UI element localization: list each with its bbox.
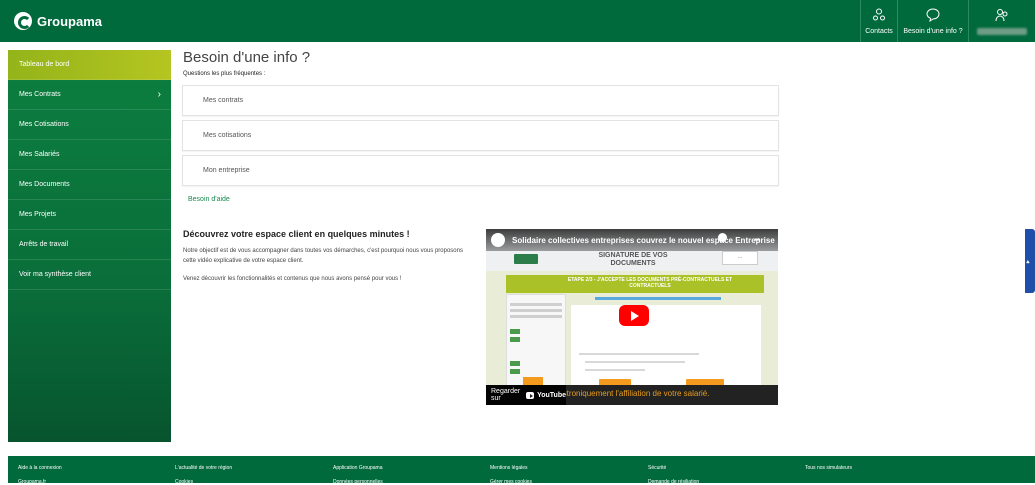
help-link[interactable]: Besoin d'aide xyxy=(188,196,230,203)
panel-line xyxy=(510,315,562,318)
footer-link[interactable]: Données personnelles xyxy=(333,479,383,485)
chat-bubble-icon xyxy=(926,7,940,22)
faq-subtitle: Questions les plus fréquentes : xyxy=(183,71,266,77)
sidebar-item-label: Mes Salariés xyxy=(19,151,60,158)
video-content-area xyxy=(571,305,761,385)
faq-item-label: Mes cotisations xyxy=(203,132,252,139)
info-label: Besoin d'une info ? xyxy=(903,27,963,35)
video-frame-button: ··· xyxy=(722,251,758,265)
groupama-logo[interactable]: Groupama xyxy=(14,12,102,30)
info-button[interactable]: Besoin d'une info ? xyxy=(897,0,968,42)
sidebar-item-label: Arrêts de travail xyxy=(19,241,69,248)
panel-chip xyxy=(510,329,520,334)
faq-item-mon-entreprise[interactable]: Mon entreprise xyxy=(182,155,779,186)
watch-on-youtube-button[interactable]: Regarder sur YouTube xyxy=(486,385,566,405)
sidebar-item-label: Mes Documents xyxy=(19,181,70,188)
video-groupama-badge xyxy=(514,254,538,264)
footer-link[interactable]: Application Groupama xyxy=(333,465,382,471)
watch-on-label: Regarder sur xyxy=(491,388,521,402)
video-side-panel xyxy=(506,294,566,386)
video-progress-line xyxy=(595,297,721,300)
groupama-logo-icon xyxy=(14,12,32,30)
sidebar-item-label: Mes Contrats xyxy=(19,91,61,98)
account-button[interactable] xyxy=(968,0,1035,42)
sidebar-item-mes-cotisations[interactable]: Mes Cotisations xyxy=(8,110,171,140)
contacts-button[interactable]: Contacts xyxy=(860,0,897,42)
faq-item-mes-cotisations[interactable]: Mes cotisations xyxy=(182,120,779,151)
faq-item-mes-contrats[interactable]: Mes contrats xyxy=(182,85,779,116)
youtube-wordmark: YouTube xyxy=(537,391,566,399)
content-line xyxy=(585,361,685,363)
chevron-right-icon: › xyxy=(157,89,161,100)
sidebar-item-label: Mes Projets xyxy=(19,211,56,218)
discover-paragraph-1: Notre objectif est de vous accompagner d… xyxy=(183,248,463,264)
content-line xyxy=(585,369,645,371)
footer-link[interactable]: Aide à la connexion xyxy=(18,465,62,471)
contacts-icon xyxy=(873,8,885,20)
footer-link[interactable]: Mentions légales xyxy=(490,465,528,471)
faq-item-label: Mes contrats xyxy=(203,97,244,104)
share-icon[interactable]: ➦ xyxy=(754,235,761,244)
panel-chip xyxy=(510,369,520,374)
panel-chip xyxy=(510,337,520,342)
account-icon xyxy=(995,8,1008,21)
sidebar-item-synthese-client[interactable]: Voir ma synthèse client xyxy=(8,260,171,290)
channel-logo-icon[interactable] xyxy=(491,233,505,247)
footer-link[interactable]: Demande de résiliation xyxy=(648,479,699,485)
sidebar-item-mes-salaries[interactable]: Mes Salariés xyxy=(8,140,171,170)
sidebar-item-arrets-de-travail[interactable]: Arrêts de travail xyxy=(8,230,171,260)
video-title: Solidaire collectives entreprises couvre… xyxy=(486,229,778,251)
play-button-icon[interactable] xyxy=(619,305,649,326)
video-heading: SIGNATURE DE VOS DOCUMENTS xyxy=(598,252,668,267)
panel-chip xyxy=(510,361,520,366)
sidebar-item-mes-projets[interactable]: Mes Projets xyxy=(8,200,171,230)
panel-line xyxy=(510,303,562,306)
footer-link[interactable]: L'actualité de votre région xyxy=(175,465,232,471)
footer: Aide à la connexion L'actualité de votre… xyxy=(8,456,1035,485)
content-line xyxy=(579,353,699,355)
sidebar: Tableau de bord Mes Contrats › Mes Cotis… xyxy=(8,50,171,442)
brand-name: Groupama xyxy=(37,13,103,29)
sidebar-item-tableau-de-bord[interactable]: Tableau de bord xyxy=(8,50,171,80)
video-player[interactable]: SIGNATURE DE VOS DOCUMENTS ··· Solidaire… xyxy=(486,229,778,405)
video-caption: électroniquement l'affiliation de votre … xyxy=(552,389,710,398)
discover-title: Découvrez votre espace client en quelque… xyxy=(183,229,410,239)
video-panel-button xyxy=(523,377,543,385)
footer-link[interactable]: Tous nos simulateurs xyxy=(805,465,852,471)
faq-item-label: Mon entreprise xyxy=(203,167,250,174)
footer-link[interactable]: Gérer mes cookies xyxy=(490,479,532,485)
sidebar-item-mes-contrats[interactable]: Mes Contrats › xyxy=(8,80,171,110)
video-step-text: ETAPE 2/3 - J'ACCEPTE LES DOCUMENTS PRÉ-… xyxy=(567,277,733,289)
footer-link[interactable]: Groupama.fr xyxy=(18,479,46,485)
youtube-logo-icon xyxy=(526,391,535,399)
feedback-tab[interactable]: ♥ xyxy=(1025,229,1035,293)
footer-link[interactable]: Sécurité xyxy=(648,465,666,471)
sidebar-item-mes-documents[interactable]: Mes Documents xyxy=(8,170,171,200)
feedback-heart-icon: ♥ xyxy=(1025,258,1031,264)
account-name-blurred xyxy=(977,27,1027,35)
sidebar-item-label: Tableau de bord xyxy=(19,61,70,68)
clock-icon[interactable] xyxy=(718,233,727,242)
footer-link[interactable]: Cookies xyxy=(175,479,193,485)
contacts-label: Contacts xyxy=(865,27,893,35)
sidebar-item-label: Mes Cotisations xyxy=(19,121,69,128)
discover-paragraph-2: Venez découvrir les fonctionnalités et c… xyxy=(183,276,402,282)
panel-line xyxy=(510,309,562,312)
sidebar-item-label: Voir ma synthèse client xyxy=(19,271,91,278)
top-header: Groupama Contacts Besoin d'une info ? xyxy=(0,0,1035,42)
page-title: Besoin d'une info ? xyxy=(183,49,311,66)
